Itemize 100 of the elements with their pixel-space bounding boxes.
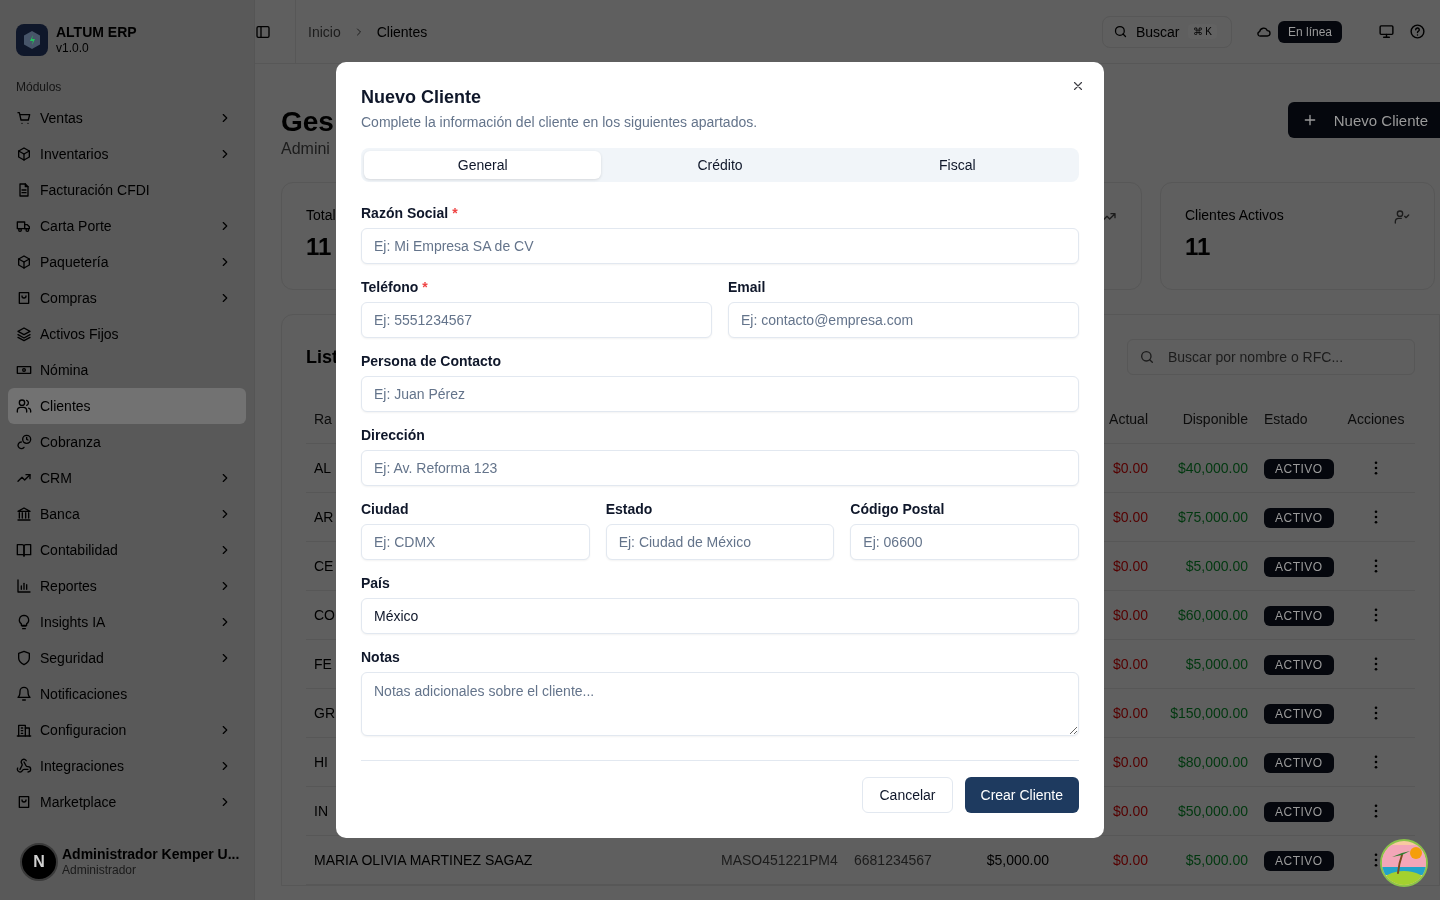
table-cell: MARIA OLIVIA MARTINEZ SAGAZ <box>314 852 533 868</box>
stat-label: Total <box>306 207 336 223</box>
status-badge: ACTIVO <box>1264 508 1334 528</box>
sidebar-item[interactable]: Reportes <box>8 568 246 604</box>
more-options-icon[interactable] <box>1374 706 1378 720</box>
breadcrumb-item: Clientes <box>376 23 428 40</box>
tab[interactable]: General <box>364 151 602 179</box>
monitor-icon[interactable] <box>1378 23 1395 40</box>
close-icon[interactable] <box>1071 79 1085 93</box>
stat-value: 11 <box>306 233 332 261</box>
lightbulb-icon <box>16 614 32 630</box>
sidebar-item[interactable]: Contabilidad <box>8 532 246 568</box>
field-label: Código Postal <box>850 500 945 518</box>
sidebar-item[interactable]: Cobranza <box>8 424 246 460</box>
more-options-icon[interactable] <box>1374 853 1378 867</box>
tab[interactable]: Fiscal <box>838 151 1076 179</box>
table-cell: $50,000.00 <box>1177 803 1248 819</box>
field-label: Dirección <box>361 426 425 444</box>
table-cell: $0.00 <box>1112 509 1148 525</box>
sidebar-item[interactable]: Notificaciones <box>8 676 246 712</box>
sidebar-item[interactable]: Paquetería <box>8 244 246 280</box>
search-field[interactable]: Buscar por nombre o RFC... <box>1127 339 1415 375</box>
sidebar-item[interactable]: Nómina <box>8 352 246 388</box>
logo-icon <box>16 24 48 56</box>
page-title: Ges <box>281 105 334 139</box>
sidebar-item[interactable]: Banca <box>8 496 246 532</box>
status-badge: En línea <box>1277 20 1342 43</box>
more-options-icon[interactable] <box>1374 608 1378 622</box>
truck-icon <box>16 218 32 234</box>
sidebar-item[interactable]: Configuracion <box>8 712 246 748</box>
input-field[interactable]: Ej: 06600 <box>850 524 1079 560</box>
sidebar-item[interactable]: Insights IA <box>8 604 246 640</box>
table-cell: CO <box>314 607 335 623</box>
table-cell: $5,000.00 <box>1185 656 1248 672</box>
sidebar-item[interactable]: Activos Fijos <box>8 316 246 352</box>
book-icon <box>16 542 32 558</box>
users-icon <box>16 398 32 414</box>
user-avatar[interactable]: N <box>20 843 58 881</box>
status-badge: ACTIVO <box>1264 851 1334 871</box>
section-label: Módulos <box>15 79 63 96</box>
table-cell: $0.00 <box>1112 754 1148 770</box>
sidebar-item[interactable]: Seguridad <box>8 640 246 676</box>
sidebar-item[interactable]: Marketplace <box>8 784 246 820</box>
field-label: País <box>361 574 390 592</box>
required-mark: * <box>422 278 428 296</box>
sidebar-item[interactable]: Clientes <box>8 388 246 424</box>
new-client-button[interactable]: Nuevo Cliente <box>1287 102 1440 138</box>
more-options-icon[interactable] <box>1374 804 1378 818</box>
more-options-icon[interactable] <box>1374 657 1378 671</box>
coins-icon <box>16 434 32 450</box>
search-icon <box>1112 24 1128 39</box>
more-options-icon[interactable] <box>1374 461 1378 475</box>
table-cell: $0.00 <box>1112 852 1148 868</box>
user-role: Administrador <box>62 862 138 878</box>
cancel-button[interactable]: Cancelar <box>862 777 953 813</box>
field-label: Teléfono <box>361 278 419 296</box>
table-cell: $40,000.00 <box>1177 460 1248 476</box>
shield-icon <box>16 650 32 666</box>
table-cell: $75,000.00 <box>1177 509 1248 525</box>
sidebar-item[interactable]: CRM <box>8 460 246 496</box>
table-cell: $150,000.00 <box>1170 705 1248 721</box>
table-cell: $0.00 <box>1112 656 1148 672</box>
input-field[interactable]: Ej: contacto@empresa.com <box>728 302 1079 338</box>
field-label: Ciudad <box>361 500 409 518</box>
table-cell: $0.00 <box>1112 705 1148 721</box>
table-cell: AL <box>314 460 332 476</box>
input-field[interactable]: Ej: Av. Reforma 123 <box>361 450 1079 486</box>
user-name: Administrador Kemper U... <box>62 846 240 862</box>
input-field[interactable]: México <box>361 598 1079 634</box>
sidebar-item[interactable]: Carta Porte <box>8 208 246 244</box>
input-field[interactable]: Ej: Juan Pérez <box>361 376 1079 412</box>
sidebar-item[interactable]: Facturación CFDI <box>8 172 246 208</box>
help-icon[interactable] <box>1409 23 1426 40</box>
input-field[interactable]: Ej: Ciudad de México <box>605 524 835 560</box>
input-field[interactable]: Ej: Mi Empresa SA de CV <box>361 228 1079 264</box>
create-client-button[interactable]: Crear Cliente <box>964 777 1079 813</box>
status-badge: ACTIVO <box>1264 802 1334 822</box>
more-options-icon[interactable] <box>1374 755 1378 769</box>
input-field[interactable]: Ej: CDMX <box>361 524 590 560</box>
table-cell: $5,000.00 <box>1185 852 1248 868</box>
search-icon <box>1139 349 1155 365</box>
status-badge: ACTIVO <box>1264 753 1334 773</box>
breadcrumb-item[interactable]: Inicio <box>308 23 341 40</box>
input-field[interactable]: Ej: 5551234567 <box>361 302 712 338</box>
sidebar-item[interactable]: Compras <box>8 280 246 316</box>
bag-icon <box>16 794 32 810</box>
column-header: Acciones <box>1346 411 1406 427</box>
more-options-icon[interactable] <box>1374 559 1378 573</box>
tab[interactable]: Crédito <box>601 151 839 179</box>
box-icon <box>16 254 32 270</box>
stat-value: 11 <box>1185 233 1211 261</box>
notes-field[interactable]: Notas adicionales sobre el cliente... <box>361 672 1079 736</box>
sidebar-item[interactable]: Inventarios <box>8 136 246 172</box>
more-options-icon[interactable] <box>1374 510 1378 524</box>
table-cell-text: MASO451221PM4 <box>721 852 839 868</box>
search-button[interactable]: Buscar ⌘ K <box>1101 15 1232 48</box>
sidebar-item[interactable]: Ventas <box>8 100 246 136</box>
table-cell: $60,000.00 <box>1177 607 1248 623</box>
table-cell: IN <box>314 803 328 819</box>
sidebar-item[interactable]: Integraciones <box>8 748 246 784</box>
